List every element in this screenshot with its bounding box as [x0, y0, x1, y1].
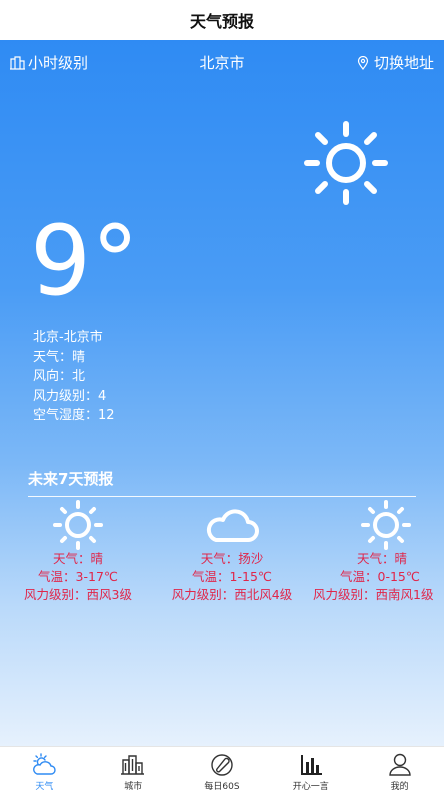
- tab-label: 开心一言: [292, 782, 329, 792]
- current-details: 北京-北京市 天气：晴 风向：北 风力级别：4 空气湿度：12: [33, 328, 115, 426]
- humidity-text: 空气湿度：12: [33, 408, 115, 423]
- weather-text: 天气：晴: [33, 349, 86, 365]
- tab-label: 天气: [35, 782, 54, 792]
- building-icon: [10, 55, 25, 70]
- location-pin-icon: [357, 55, 369, 70]
- forecast-weather: 天气：扬沙: [200, 551, 264, 566]
- tab-label: 我的: [390, 782, 409, 792]
- tab-weather[interactable]: 天气: [0, 747, 89, 794]
- forecast-title: 未来7天预报: [28, 470, 114, 488]
- hourly-level-button[interactable]: 小时级别: [10, 52, 88, 73]
- forecast-wind: 风力级别：西风3级: [24, 587, 132, 602]
- current-city: 北京市: [199, 54, 245, 72]
- wind-direction-text: 风向：北: [33, 369, 86, 384]
- tab-label: 城市: [124, 782, 143, 792]
- switch-address-button[interactable]: 切换地址: [356, 52, 434, 73]
- user-icon: [388, 753, 411, 776]
- tab-happy-quote[interactable]: 开心一言: [266, 747, 355, 794]
- app-title: 天气预报: [189, 12, 254, 31]
- forecast-temperature: 气温：3-17℃: [38, 569, 118, 584]
- forecast-day[interactable]: 天气：扬沙 气温：1-15℃ 风力级别：西北风4级: [157, 500, 307, 604]
- app-title-bar: 天气预报: [0, 0, 444, 40]
- news-icon: [211, 754, 233, 776]
- forecast-day[interactable]: 天气：晴 气温：3-17℃ 风力级别：西风3级: [3, 500, 153, 604]
- switch-address-label: 切换地址: [373, 54, 434, 72]
- sun-icon: [304, 121, 388, 205]
- forecast-day[interactable]: 天气：晴 气温：0-15℃ 风力级别：西南风1级: [310, 500, 444, 604]
- current-temperature: 9°: [30, 205, 140, 317]
- weather-icon: [33, 753, 57, 775]
- hourly-level-label: 小时级别: [28, 54, 89, 72]
- forecast-wind: 风力级别：西南风1级: [313, 587, 434, 602]
- chart-icon: [300, 755, 322, 775]
- forecast-weather: 天气：晴: [52, 551, 103, 566]
- forecast-temperature: 气温：1-15℃: [192, 569, 272, 584]
- cloud-icon: [206, 509, 259, 542]
- tab-city[interactable]: 城市: [89, 747, 178, 794]
- tab-label: 每日60S: [204, 782, 240, 792]
- forecast-weather: 天气：晴: [357, 551, 408, 566]
- tab-mine[interactable]: 我的: [355, 747, 444, 794]
- bottom-tab-bar: 天气 城市 每日60S 开心一言 我的: [0, 746, 444, 794]
- forecast-temperature: 气温：0-15℃: [340, 569, 420, 584]
- sun-icon: [361, 500, 411, 550]
- forecast-divider: [28, 496, 416, 497]
- weather-main-panel: 小时级别 北京市 切换地址 9° 北京-北京市 天气：晴 风向：北 风力级别：4…: [0, 40, 444, 746]
- weather-header: 小时级别 北京市 切换地址: [0, 52, 444, 76]
- tab-daily-60s[interactable]: 每日60S: [178, 747, 267, 794]
- city-icon: [121, 755, 145, 775]
- forecast-wind: 风力级别：西北风4级: [171, 587, 293, 602]
- sun-icon: [53, 500, 103, 550]
- location-text: 北京-北京市: [33, 330, 103, 345]
- wind-level-text: 风力级别：4: [33, 388, 107, 404]
